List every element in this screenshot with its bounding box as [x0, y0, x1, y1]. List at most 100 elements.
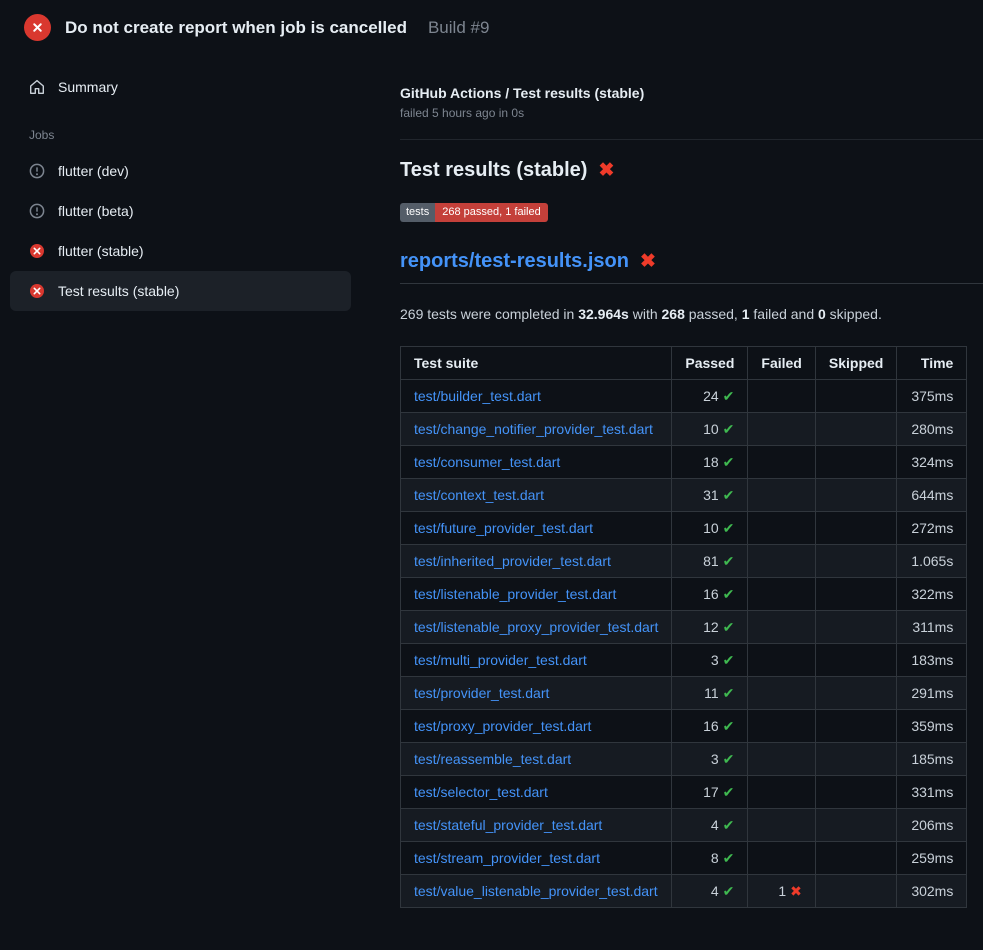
suite-link[interactable]: test/change_notifier_provider_test.dart [414, 421, 653, 437]
breadcrumb: GitHub Actions / Test results (stable) [400, 85, 983, 101]
table-header-row: Test suitePassedFailedSkippedTime [401, 347, 967, 380]
table-row: test/multi_provider_test.dart 3✔ 183ms [401, 644, 967, 677]
skipped-cell [815, 644, 896, 677]
sidebar-item-flutter-stable[interactable]: flutter (stable) [10, 231, 351, 271]
failed-cell [748, 479, 815, 512]
check-icon: ✔ [723, 553, 735, 569]
alert-circle-icon [29, 163, 45, 179]
skipped-cell [815, 380, 896, 413]
summary-text: 269 tests were completed in [400, 306, 578, 322]
suite-link[interactable]: test/future_provider_test.dart [414, 520, 593, 536]
check-icon: ✔ [723, 685, 735, 701]
skipped-cell [815, 809, 896, 842]
sidebar-item-label: Test results (stable) [58, 283, 179, 299]
time-cell: 324ms [897, 446, 967, 479]
suite-link[interactable]: test/reassemble_test.dart [414, 751, 571, 767]
suite-link[interactable]: test/listenable_provider_test.dart [414, 586, 616, 602]
failed-cell [748, 446, 815, 479]
failed-cell [748, 809, 815, 842]
table-row: test/context_test.dart31✔644ms [401, 479, 967, 512]
suite-link[interactable]: test/consumer_test.dart [414, 454, 560, 470]
suite-link[interactable]: test/selector_test.dart [414, 784, 548, 800]
check-icon: ✔ [723, 652, 735, 668]
time-cell: 1.065s [897, 545, 967, 578]
summary-duration: 32.964s [578, 306, 629, 322]
table-row: test/reassemble_test.dart3✔185ms [401, 743, 967, 776]
sidebar: Summary Jobs flutter (dev) flut [0, 51, 400, 311]
summary-text: passed, [685, 306, 742, 322]
failed-cell [748, 644, 815, 677]
col-header-skipped: Skipped [815, 347, 896, 380]
suite-cell: test/proxy_provider_test.dart [401, 710, 672, 743]
passed-cell: 24✔ [672, 380, 748, 413]
suite-link[interactable]: test/provider_test.dart [414, 685, 549, 701]
suite-link[interactable]: test/multi_provider_test.dart [414, 652, 587, 668]
time-cell: 183ms [897, 644, 967, 677]
suite-link[interactable]: test/builder_test.dart [414, 388, 541, 404]
failed-x-icon: ✖ [598, 161, 614, 180]
passed-cell: 18✔ [672, 446, 748, 479]
skipped-cell [815, 545, 896, 578]
skipped-cell [815, 875, 896, 908]
suite-cell: test/consumer_test.dart [401, 446, 672, 479]
check-icon: ✔ [723, 718, 735, 734]
table-row: test/selector_test.dart 17✔ 331ms [401, 776, 967, 809]
skipped-cell [815, 776, 896, 809]
badge-value: 268 passed, 1 failed [435, 203, 547, 222]
tests-badge: tests 268 passed, 1 failed [400, 203, 548, 222]
failed-cell [748, 710, 815, 743]
check-icon: ✔ [723, 388, 735, 404]
skipped-cell [815, 710, 896, 743]
table-row: test/listenable_provider_test.dart16✔322… [401, 578, 967, 611]
failed-cell [748, 413, 815, 446]
suite-cell: test/inherited_provider_test.dart [401, 545, 672, 578]
suite-link[interactable]: test/stream_provider_test.dart [414, 850, 600, 866]
time-cell: 644ms [897, 479, 967, 512]
section-title-row: Test results (stable) ✖ [400, 159, 983, 182]
skipped-cell [815, 413, 896, 446]
check-icon: ✔ [723, 619, 735, 635]
skipped-cell [815, 677, 896, 710]
suite-link[interactable]: test/value_listenable_provider_test.dart [414, 883, 658, 899]
table-row: test/builder_test.dart24✔375ms [401, 380, 967, 413]
sidebar-item-test-results-stable[interactable]: Test results (stable) [10, 271, 351, 311]
home-icon [29, 79, 45, 95]
divider [400, 139, 983, 140]
main-content: GitHub Actions / Test results (stable) f… [400, 51, 983, 908]
report-title-row: reports/test-results.json ✖ [400, 250, 983, 284]
suite-link[interactable]: test/proxy_provider_test.dart [414, 718, 591, 734]
time-cell: 331ms [897, 776, 967, 809]
failed-cell [748, 380, 815, 413]
table-row: test/consumer_test.dart 18✔ 324ms [401, 446, 967, 479]
table-row: test/future_provider_test.dart10✔272ms [401, 512, 967, 545]
check-icon: ✔ [723, 883, 735, 899]
suite-cell: test/reassemble_test.dart [401, 743, 672, 776]
table-row: test/change_notifier_provider_test.dart1… [401, 413, 967, 446]
summary-text: with [629, 306, 662, 322]
sidebar-item-summary[interactable]: Summary [10, 67, 351, 107]
suite-cell: test/builder_test.dart [401, 380, 672, 413]
check-icon: ✔ [723, 487, 735, 503]
time-cell: 322ms [897, 578, 967, 611]
summary-skipped-count: 0 [818, 306, 826, 322]
suite-link[interactable]: test/listenable_proxy_provider_test.dart [414, 619, 658, 635]
sidebar-item-flutter-dev[interactable]: flutter (dev) [10, 151, 351, 191]
passed-cell: 17✔ [672, 776, 748, 809]
failed-cell [748, 776, 815, 809]
run-status-line: failed 5 hours ago in 0s [400, 106, 983, 120]
suite-link[interactable]: test/inherited_provider_test.dart [414, 553, 611, 569]
sidebar-item-label: flutter (dev) [58, 163, 129, 179]
sidebar-item-flutter-beta[interactable]: flutter (beta) [10, 191, 351, 231]
build-header: Do not create report when job is cancell… [0, 0, 983, 51]
table-row: test/stream_provider_test.dart8✔259ms [401, 842, 967, 875]
summary-text: skipped. [826, 306, 882, 322]
suite-cell: test/multi_provider_test.dart [401, 644, 672, 677]
check-icon: ✔ [723, 817, 735, 833]
suite-link[interactable]: test/stateful_provider_test.dart [414, 817, 602, 833]
passed-cell: 3✔ [672, 644, 748, 677]
col-header-suite: Test suite [401, 347, 672, 380]
suite-link[interactable]: test/context_test.dart [414, 487, 544, 503]
report-file-link[interactable]: reports/test-results.json [400, 250, 629, 273]
x-circle-icon [29, 243, 45, 259]
table-row: test/listenable_proxy_provider_test.dart… [401, 611, 967, 644]
